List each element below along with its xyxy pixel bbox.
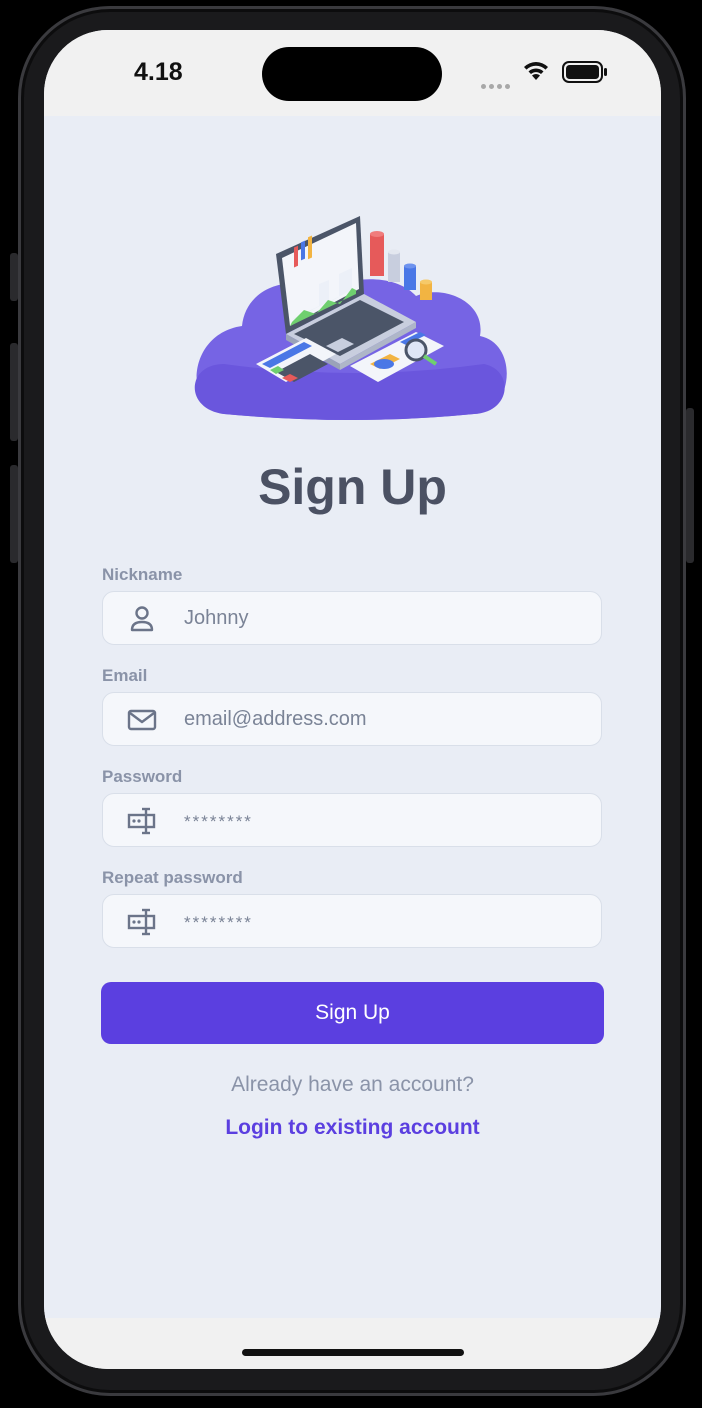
status-bar: 4.18 — [44, 30, 661, 116]
nickname-value: Johnny — [184, 607, 249, 629]
email-value: email@address.com — [184, 708, 367, 730]
battery-icon — [562, 61, 607, 83]
power-button — [686, 408, 694, 563]
repeat-password-field[interactable]: ******** — [102, 894, 602, 948]
login-link[interactable]: Login to existing account — [44, 1116, 661, 1140]
password-field[interactable]: ******** — [102, 793, 602, 847]
dynamic-island — [262, 47, 442, 101]
repeat-password-label: Repeat password — [102, 868, 243, 887]
email-field[interactable]: email@address.com — [102, 692, 602, 746]
password-field-icon — [127, 908, 156, 936]
password-field-icon — [127, 807, 156, 835]
email-label: Email — [102, 666, 148, 685]
volume-up-button — [10, 343, 18, 441]
screen: 4.18 Sign Up Nickname Johnny Email email… — [44, 30, 661, 1369]
silent-switch — [10, 253, 18, 301]
password-value: ******** — [184, 812, 253, 831]
person-icon — [130, 606, 154, 632]
bottom-bar — [44, 1318, 661, 1369]
signup-content: Sign Up Nickname Johnny Email email@addr… — [44, 116, 661, 1318]
volume-down-button — [10, 465, 18, 563]
signal-dots-icon — [481, 76, 515, 89]
home-indicator[interactable] — [242, 1349, 464, 1356]
nickname-field[interactable]: Johnny — [102, 591, 602, 645]
laptop-analytics-illustration — [194, 216, 507, 420]
envelope-icon — [127, 709, 157, 731]
sign-up-button[interactable]: Sign Up — [101, 982, 604, 1044]
page-title: Sign Up — [258, 459, 447, 515]
nickname-label: Nickname — [102, 565, 183, 584]
password-label: Password — [102, 767, 183, 786]
repeat-password-value: ******** — [184, 913, 253, 932]
status-time: 4.18 — [134, 58, 183, 86]
wifi-icon — [524, 62, 548, 80]
account-prompt: Already have an account? — [231, 1073, 474, 1096]
